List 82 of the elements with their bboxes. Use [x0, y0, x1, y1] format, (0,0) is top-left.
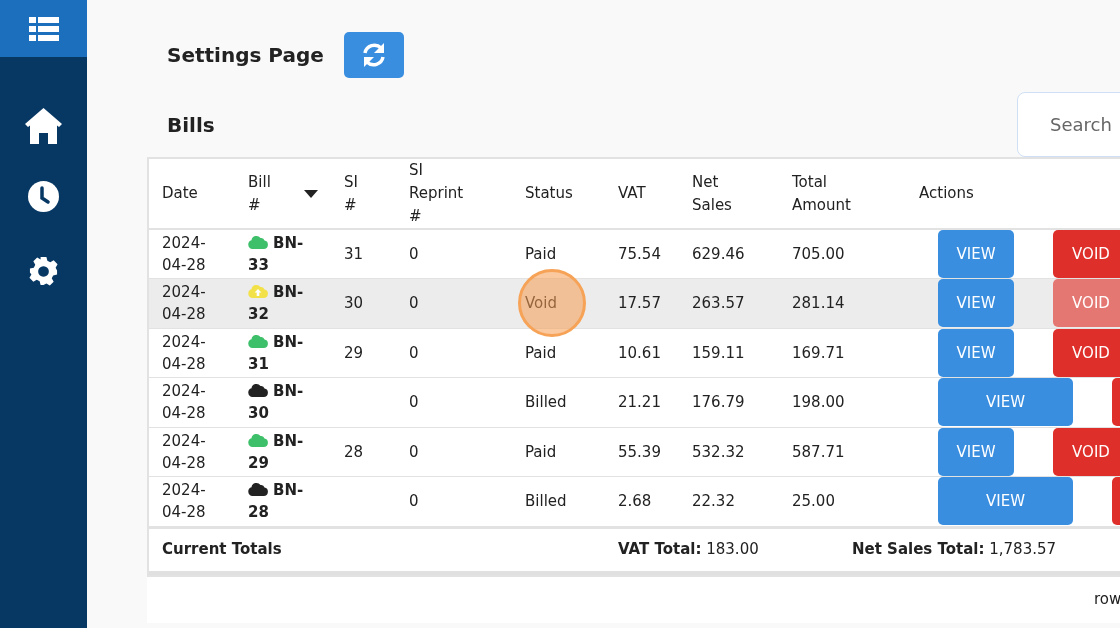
table-cell: 75.54 [618, 245, 661, 263]
list-icon [28, 16, 59, 41]
refresh-icon [360, 42, 387, 68]
table-cell: 169.71 [792, 343, 845, 362]
table-cell: 25.00 [792, 492, 835, 511]
view-button[interactable]: VIEW [938, 230, 1014, 278]
status-text: Void [525, 292, 557, 315]
status-text: Billed [525, 392, 567, 414]
search-field[interactable]: Search [1017, 92, 1120, 157]
table-cell: 0 [409, 393, 419, 412]
table-cell: 198.00 [792, 393, 845, 412]
table-cell: 22.32 [692, 492, 735, 511]
section-title: Bills [167, 112, 216, 137]
table-cell: 2.68 [618, 492, 652, 511]
settings-icon [28, 256, 59, 287]
table-cell: 2024-04-28 [162, 431, 206, 472]
settings-nav-button[interactable] [28, 256, 59, 287]
table-cell: 2024-04-28 [162, 234, 206, 274]
table-cell: 2024-04-28 [162, 382, 206, 423]
column-header: Net Sales [692, 171, 732, 216]
table-cell: 159.11 [692, 343, 745, 362]
home-icon [24, 107, 63, 145]
page-title: Settings Page [167, 43, 324, 67]
bill-number: BN-29 [248, 431, 304, 472]
table-cell: 2024-04-28 [162, 481, 206, 522]
table-cell: 30 [344, 294, 364, 313]
column-header: Actions [919, 183, 974, 204]
column-header: SI Reprint # [409, 160, 464, 227]
home-nav-button[interactable] [24, 107, 63, 145]
table-cell: 0 [409, 343, 419, 362]
column-header[interactable]: Bill # [248, 170, 271, 217]
table-cell: 0 [409, 245, 419, 263]
rows-per-page-label: row [1094, 589, 1120, 611]
table-cell: 705.00 [792, 245, 845, 263]
history-nav-button[interactable] [28, 181, 59, 212]
bill-number: BN-32 [248, 283, 304, 324]
menu-button[interactable] [0, 0, 87, 57]
view-button[interactable]: VIEW [938, 279, 1014, 328]
refresh-button[interactable] [343, 32, 404, 78]
bill-number: BN-31 [248, 332, 304, 373]
view-button[interactable]: VIEW [938, 378, 1073, 427]
void-button[interactable]: VOID [1053, 328, 1120, 377]
table-cell: 28 [344, 442, 364, 461]
table-cell: 31 [344, 245, 364, 263]
table-cell: 2024-04-28 [162, 283, 206, 324]
table-cell: 629.46 [692, 245, 745, 263]
column-header: VAT [618, 183, 646, 204]
view-button[interactable]: VIEW [938, 427, 1014, 476]
table-cell: 2024-04-28 [162, 332, 206, 373]
column-header: Date [162, 183, 198, 204]
table-cell: 0 [409, 492, 419, 511]
table-cell: 263.57 [692, 294, 745, 313]
clock-icon [28, 181, 59, 212]
table-cell: 587.71 [792, 442, 845, 461]
column-header: Status [525, 183, 573, 204]
table-cell: 29 [344, 343, 364, 362]
table-cell: 17.57 [618, 294, 661, 313]
table-cell: 0 [409, 442, 419, 461]
sort-caret-icon[interactable] [304, 189, 318, 198]
totals-label: Current Totals [161, 539, 283, 561]
total-value: VAT Total: 183.00 [617, 539, 760, 561]
table-cell: 10.61 [618, 343, 661, 362]
status-text: Paid [525, 244, 557, 265]
table-cell: 0 [409, 294, 419, 313]
table-cell: 176.79 [692, 393, 745, 412]
status-text: Billed [525, 491, 567, 513]
view-button[interactable]: VIEW [938, 328, 1014, 377]
total-value: Net Sales Total: 1,783.57 [851, 539, 1057, 561]
bill-number: BN-30 [248, 382, 304, 423]
void-button[interactable]: VOID [1053, 427, 1120, 476]
status-text: Paid [525, 441, 557, 463]
void-button[interactable]: VOID [1053, 230, 1120, 278]
bill-number: BN-33 [248, 234, 304, 274]
table-cell: 55.39 [618, 442, 661, 461]
view-button[interactable]: VIEW [938, 477, 1073, 526]
table-cell: 281.14 [792, 294, 845, 313]
column-header: SI # [344, 171, 358, 216]
table-cell: 21.21 [618, 393, 661, 412]
bill-number: BN-28 [248, 481, 304, 522]
column-header: Total Amount [792, 171, 851, 216]
status-text: Paid [525, 342, 557, 364]
table-cell: 532.32 [692, 442, 745, 461]
